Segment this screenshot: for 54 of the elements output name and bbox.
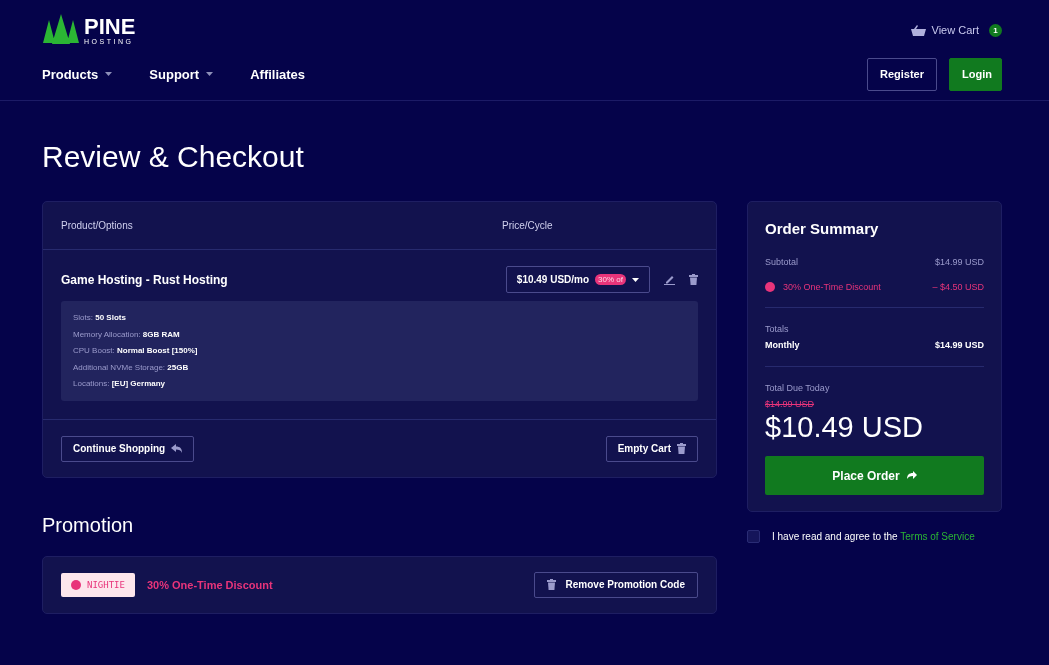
billing-cycle-dropdown[interactable]: $10.49 USD/mo 30% of bbox=[505, 266, 650, 293]
pine-trees-icon bbox=[42, 14, 80, 46]
promo-code-tag: NIGHTIE bbox=[61, 572, 135, 597]
place-order-button[interactable]: Place Order bbox=[765, 456, 984, 495]
trash-icon bbox=[689, 274, 698, 285]
total-due-label: Total Due Today bbox=[765, 383, 831, 393]
view-cart-link[interactable]: View Cart bbox=[931, 24, 979, 36]
reply-arrow-icon bbox=[171, 444, 183, 453]
column-header: Product/Options bbox=[61, 220, 134, 231]
caret-icon bbox=[105, 72, 113, 76]
terms-link[interactable]: Terms of Service bbox=[900, 531, 975, 542]
option-line: Memory Allocation: 8GB RAM bbox=[73, 328, 181, 341]
discount-badge: 30% of bbox=[595, 274, 626, 285]
remove-promotion-button[interactable]: Remove Promotion Code bbox=[533, 571, 698, 598]
edit-icon[interactable] bbox=[664, 274, 675, 285]
summary-title: Order Summary bbox=[765, 220, 880, 237]
empty-cart-button[interactable]: Empty Cart bbox=[605, 435, 698, 462]
option-line: Additional NVMe Storage: 25GB bbox=[73, 361, 190, 374]
nav-link[interactable]: Support bbox=[149, 66, 214, 82]
total-price: $10.49 USD bbox=[765, 411, 924, 444]
login-button[interactable]: Login bbox=[949, 57, 1002, 91]
register-button[interactable]: Register bbox=[866, 57, 937, 91]
option-line: Slots: 50 Slots bbox=[73, 312, 127, 324]
promo-description: 30% One-Time Discount bbox=[146, 578, 274, 591]
trash-icon bbox=[677, 443, 686, 454]
option-line: CPU Boost: Normal Boost [150%] bbox=[73, 345, 199, 357]
summary-value: $14.99 USD bbox=[934, 257, 984, 267]
nav-link[interactable]: Products bbox=[42, 66, 113, 82]
option-line: Locations: [EU] Germany bbox=[73, 378, 167, 390]
trash-icon bbox=[546, 579, 556, 590]
summary-label: Subtotal bbox=[765, 257, 799, 267]
total-label: Monthly bbox=[765, 340, 800, 350]
badge-icon bbox=[71, 579, 81, 590]
arrow-icon bbox=[906, 471, 917, 480]
original-price: $14.99 USD bbox=[765, 399, 816, 409]
basket-icon bbox=[910, 24, 926, 36]
page-title: Review & Checkout bbox=[42, 139, 305, 175]
column-header: Price/Cycle bbox=[502, 220, 553, 231]
totals-label: Totals bbox=[765, 324, 790, 334]
nav-link[interactable]: Affiliates bbox=[250, 66, 306, 82]
terms-text: I have read and agree to the Terms of Service bbox=[772, 531, 975, 542]
summary-label: 30% One-Time Discount bbox=[783, 282, 881, 292]
caret-icon bbox=[206, 72, 214, 76]
summary-value: – $4.50 USD bbox=[932, 282, 984, 292]
cart-count-badge: 1 bbox=[989, 23, 1002, 37]
logo-text: PINE bbox=[84, 15, 136, 38]
caret-icon bbox=[632, 277, 639, 282]
remove-item-button[interactable] bbox=[689, 274, 698, 285]
badge-icon bbox=[765, 282, 775, 292]
total-value: $14.99 USD bbox=[934, 340, 984, 350]
product-name: Game Hosting - Rust Hosting bbox=[61, 272, 228, 287]
terms-checkbox[interactable] bbox=[747, 530, 760, 543]
continue-shopping-button[interactable]: Continue Shopping bbox=[61, 435, 195, 462]
section-title: Promotion bbox=[42, 513, 135, 537]
